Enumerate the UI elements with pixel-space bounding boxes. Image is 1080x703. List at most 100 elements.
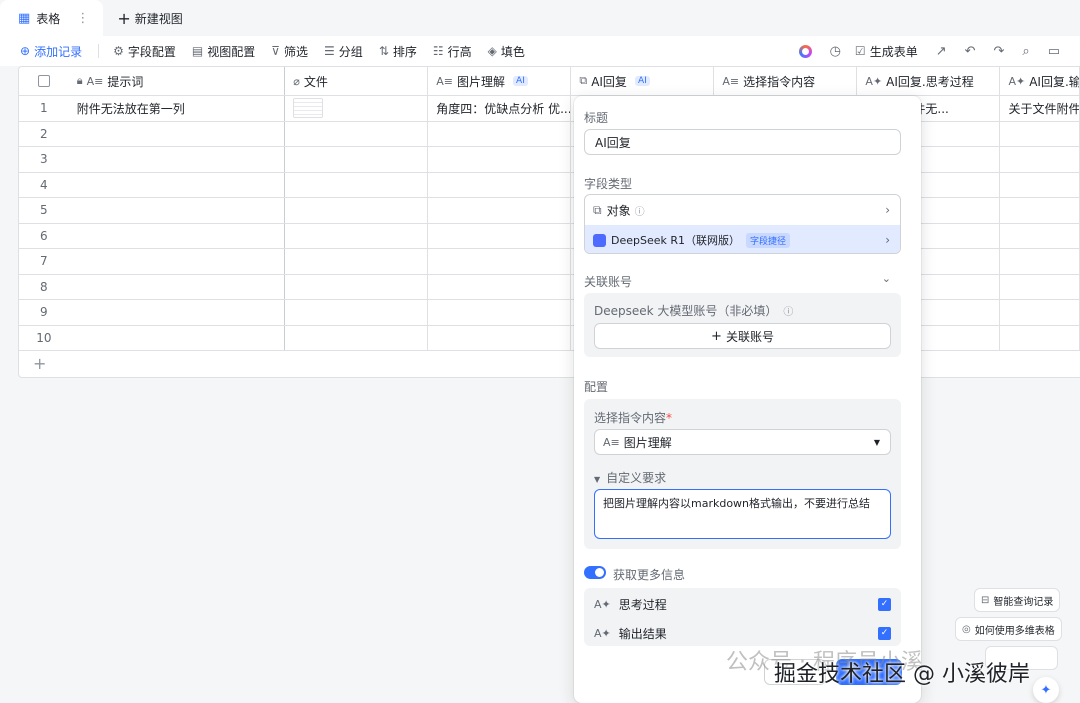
cell-prompt[interactable]: 附件无法放在第一列 xyxy=(69,96,286,121)
column-header-ai-reply[interactable]: ⧉ AI回复 AI xyxy=(571,67,715,95)
cell-prompt[interactable] xyxy=(69,223,286,248)
field-config-button[interactable]: ⚙ 字段配置 xyxy=(113,43,176,60)
column-header-prompt[interactable]: 🔒︎ A≡ 提示词 xyxy=(69,67,286,95)
cell-image-understanding[interactable] xyxy=(428,121,572,146)
sort-label: 排序 xyxy=(392,44,417,59)
filter-label: 筛选 xyxy=(284,44,309,59)
cell-output[interactable] xyxy=(1000,121,1080,146)
cell-image-understanding[interactable] xyxy=(428,223,572,248)
smart-query-button[interactable]: ⊟ 智能查询记录 xyxy=(974,588,1061,612)
ai-sparkle-button[interactable]: ✦ xyxy=(1033,677,1059,703)
column-header-image-understanding[interactable]: A≡ 图片理解 AI xyxy=(428,67,572,95)
cell-file[interactable] xyxy=(285,96,429,121)
option-thinking-row[interactable]: A✦ 思考过程 ✓ xyxy=(584,590,901,618)
info-icon: ⓘ xyxy=(634,206,645,218)
cell-file[interactable] xyxy=(285,300,429,325)
view-config-icon: ▤ xyxy=(191,44,204,58)
more-info-toggle[interactable] xyxy=(584,566,606,579)
cell-image-understanding[interactable] xyxy=(428,172,572,197)
chevron-down-icon[interactable]: ⌄ xyxy=(882,272,891,285)
column-label: AI回复 xyxy=(591,74,627,89)
cell-image-understanding[interactable] xyxy=(428,249,572,274)
cell-file[interactable] xyxy=(285,198,429,223)
field-type-deepseek[interactable]: DeepSeek R1（联网版） 字段捷径 › xyxy=(585,225,900,253)
cell-prompt[interactable] xyxy=(69,147,286,172)
column-header-instruction[interactable]: A≡ 选择指令内容 xyxy=(714,67,858,95)
cell-output[interactable] xyxy=(1000,172,1080,197)
more-icon[interactable]: ⋮ xyxy=(76,11,89,26)
instruction-select[interactable]: A≡ 图片理解 ▼ xyxy=(594,429,891,455)
field-type-object[interactable]: ⧉ 对象 ⓘ › xyxy=(585,195,900,225)
new-view-button[interactable]: + 新建视图 xyxy=(117,9,182,28)
share-icon[interactable]: ↗ xyxy=(936,44,947,59)
gear-icon: ⚙ xyxy=(113,44,124,58)
automation-icon[interactable]: ◷ xyxy=(830,44,841,59)
tab-table-view[interactable]: ▦ 表格 ⋮ xyxy=(0,0,104,36)
select-all-checkbox[interactable] xyxy=(19,67,69,95)
generate-form-button[interactable]: ☑ 生成表单 xyxy=(855,43,918,60)
column-header-file[interactable]: ⌀ 文件 xyxy=(285,67,429,95)
cell-file[interactable] xyxy=(285,325,429,350)
cell-output[interactable] xyxy=(1000,249,1080,274)
grid-header-row: 🔒︎ A≡ 提示词 ⌀ 文件 A≡ 图片理解 AI ⧉ AI回复 AI A≡ 选择指令内容 A✦… xyxy=(19,67,1080,96)
cell-output[interactable] xyxy=(1000,198,1080,223)
object-field-icon: ⧉ xyxy=(593,202,602,217)
cell-image-understanding[interactable]: 角度四：优缺点分析 优... xyxy=(428,96,572,121)
filter-button[interactable]: ⊽ 筛选 xyxy=(271,43,308,60)
add-record-button[interactable]: ⊕ 添加记录 xyxy=(20,43,82,60)
cell-file[interactable] xyxy=(285,147,429,172)
undo-icon[interactable]: ↶ xyxy=(965,44,976,59)
row-height-button[interactable]: ☷ 行高 xyxy=(433,43,472,60)
link-account-label: 关联账号 xyxy=(725,329,774,344)
cell-prompt[interactable] xyxy=(69,274,286,299)
cell-image-understanding[interactable] xyxy=(428,147,572,172)
cell-image-understanding[interactable] xyxy=(428,325,572,350)
cell-output[interactable] xyxy=(1000,325,1080,350)
cell-file[interactable] xyxy=(285,172,429,197)
option-thinking-checkbox[interactable]: ✓ xyxy=(878,597,891,611)
cell-file[interactable] xyxy=(285,249,429,274)
cell-prompt[interactable] xyxy=(69,249,286,274)
link-account-button[interactable]: + 关联账号 xyxy=(594,323,891,349)
how-to-use-button[interactable]: ◎ 如何使用多维表格 xyxy=(955,617,1062,641)
custom-requirement-textarea[interactable]: 把图片理解内容以markdown格式输出，不要进行总结 xyxy=(594,489,891,539)
option-output-row[interactable]: A✦ 输出结果 ✓ xyxy=(584,619,901,647)
cell-image-understanding[interactable] xyxy=(428,198,572,223)
cell-image-understanding[interactable] xyxy=(428,300,572,325)
file-thumbnail[interactable] xyxy=(293,98,324,119)
cell-output[interactable] xyxy=(1000,147,1080,172)
checkbox[interactable] xyxy=(37,75,50,87)
custom-requirement-toggle[interactable]: ▼ 自定义要求 xyxy=(594,469,666,486)
title-input[interactable]: AI回复 xyxy=(584,129,901,155)
sort-button[interactable]: ⇅ 排序 xyxy=(379,43,417,60)
config-section: 选择指令内容* A≡ 图片理解 ▼ ▼ 自定义要求 把图片理解内容以markdow… xyxy=(584,399,901,549)
view-config-button[interactable]: ▤ 视图配置 xyxy=(192,43,255,60)
cell-prompt[interactable] xyxy=(69,172,286,197)
cell-output[interactable]: 关于文件附件 xyxy=(1000,96,1080,121)
cell-file[interactable] xyxy=(285,223,429,248)
ai-assistant-icon[interactable] xyxy=(798,44,812,58)
help-icon: ◎ xyxy=(962,623,971,635)
column-header-output[interactable]: A✦ AI回复.输 xyxy=(1000,67,1080,95)
fill-color-label: 填色 xyxy=(500,44,525,59)
cell-file[interactable] xyxy=(285,274,429,299)
cell-prompt[interactable] xyxy=(69,121,286,146)
cell-image-understanding[interactable] xyxy=(428,274,572,299)
cell-prompt[interactable] xyxy=(69,198,286,223)
cell-file[interactable] xyxy=(285,121,429,146)
comment-icon[interactable]: ▭ xyxy=(1048,44,1060,59)
column-header-thinking[interactable]: A✦ AI回复.思考过程 xyxy=(857,67,1001,95)
cell-output[interactable] xyxy=(1000,274,1080,299)
redo-icon[interactable]: ↷ xyxy=(994,44,1005,59)
attachment-icon: ⌀ xyxy=(293,74,300,88)
text-field-icon: A≡ xyxy=(603,435,620,449)
cell-output[interactable] xyxy=(1000,223,1080,248)
cell-prompt[interactable] xyxy=(69,300,286,325)
option-output-checkbox[interactable]: ✓ xyxy=(878,626,891,640)
cell-output[interactable] xyxy=(1000,300,1080,325)
fill-color-button[interactable]: ◈ 填色 xyxy=(488,43,525,60)
search-icon[interactable]: ⌕ xyxy=(1022,44,1029,59)
group-button[interactable]: ☰ 分组 xyxy=(324,43,363,60)
plus-icon: + xyxy=(117,8,131,28)
cell-prompt[interactable] xyxy=(69,325,286,350)
